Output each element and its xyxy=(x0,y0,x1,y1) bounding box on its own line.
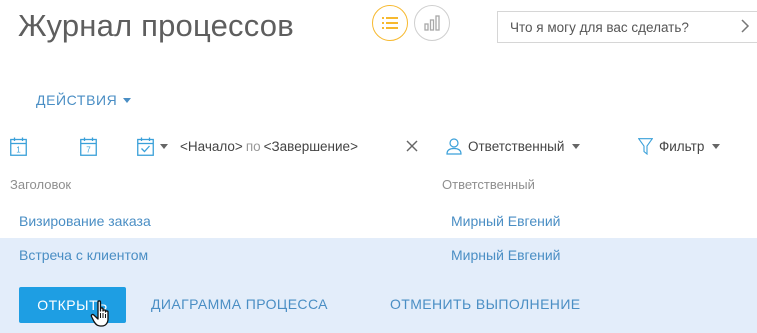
day-period-button[interactable]: 1 xyxy=(10,136,27,156)
period-end: <Завершение> xyxy=(263,138,358,154)
chevron-down-icon xyxy=(123,97,132,103)
custom-period-button[interactable] xyxy=(137,136,168,156)
cancel-execution-button[interactable]: ОТМЕНИТЬ ВЫПОЛНЕНИЕ xyxy=(390,296,581,312)
table-row[interactable]: Визирование заказа Мирный Евгений xyxy=(0,204,757,238)
period-separator: по xyxy=(245,138,261,154)
chart-icon xyxy=(424,15,440,31)
search-input[interactable] xyxy=(510,12,730,42)
page-title: Журнал процессов xyxy=(18,8,294,43)
calendar-day-icon: 1 xyxy=(10,137,27,156)
actions-menu-button[interactable]: ДЕЙСТВИЯ xyxy=(36,92,132,108)
hand-cursor-icon xyxy=(90,300,109,327)
chevron-down-icon xyxy=(712,143,721,149)
actions-label: ДЕЙСТВИЯ xyxy=(36,92,118,108)
row-owner[interactable]: Мирный Евгений xyxy=(451,213,561,229)
chart-view-button[interactable] xyxy=(414,5,450,41)
svg-text:7: 7 xyxy=(86,145,91,154)
funnel-icon xyxy=(638,137,653,155)
close-icon[interactable] xyxy=(406,140,418,152)
period-range[interactable]: <Начало> по <Завершение> xyxy=(180,136,358,156)
owner-filter-label: Ответственный xyxy=(468,138,565,154)
filter-button[interactable]: Фильтр xyxy=(638,136,721,156)
calendar-week-icon: 7 xyxy=(80,137,97,156)
period-start: <Начало> xyxy=(180,138,243,154)
list-icon xyxy=(382,17,398,29)
process-diagram-button[interactable]: ДИАГРАММА ПРОЦЕССА xyxy=(151,296,328,312)
column-header-owner[interactable]: Ответственный xyxy=(442,177,535,192)
svg-text:1: 1 xyxy=(16,145,21,154)
column-header-title[interactable]: Заголовок xyxy=(10,177,71,192)
chevron-down-icon xyxy=(572,143,581,149)
row-owner[interactable]: Мирный Евгений xyxy=(451,247,561,263)
chevron-down-icon xyxy=(160,143,168,149)
filter-label: Фильтр xyxy=(659,138,705,154)
row-title[interactable]: Встреча с клиентом xyxy=(19,247,148,263)
row-title[interactable]: Визирование заказа xyxy=(19,213,151,229)
owner-filter-button[interactable]: Ответственный xyxy=(446,136,581,156)
week-period-button[interactable]: 7 xyxy=(80,136,97,156)
filter-bar: 1 7 <Начало> по <Завершение> Ответственн… xyxy=(0,136,757,158)
user-icon xyxy=(446,137,462,155)
chevron-right-icon[interactable] xyxy=(740,18,750,34)
search-box[interactable] xyxy=(497,11,757,43)
list-view-button[interactable] xyxy=(372,5,408,41)
calendar-check-icon xyxy=(137,137,154,156)
